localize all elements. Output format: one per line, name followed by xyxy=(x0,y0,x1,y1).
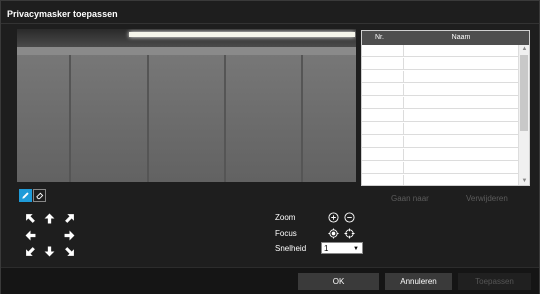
focus-far-icon xyxy=(344,228,355,239)
arrow-left-icon xyxy=(25,230,35,240)
pan-down-left-button[interactable] xyxy=(24,245,36,257)
pan-up-left-button[interactable] xyxy=(24,212,36,224)
preview-wall xyxy=(17,55,356,182)
preview-wall-seam xyxy=(147,55,149,182)
table-row[interactable] xyxy=(362,123,519,135)
zoom-in-button[interactable] xyxy=(328,212,339,223)
preview-ceiling-light xyxy=(129,32,355,37)
pan-left-button[interactable] xyxy=(24,229,36,241)
mask-list-table: Nr. Naam ▲ ▼ xyxy=(361,30,530,186)
arrow-down-left-icon xyxy=(25,246,35,256)
draw-mask-tool[interactable] xyxy=(19,189,32,202)
column-separator xyxy=(403,136,404,147)
arrow-down-right-icon xyxy=(64,246,74,256)
focus-label: Focus xyxy=(275,229,297,238)
preview-ceiling-edge xyxy=(17,47,356,55)
column-separator xyxy=(403,84,404,95)
arrow-right-icon xyxy=(64,230,74,240)
focus-far-button[interactable] xyxy=(344,228,355,239)
zoom-label: Zoom xyxy=(275,213,296,222)
column-separator xyxy=(403,149,404,160)
speed-label: Snelheid xyxy=(275,244,307,253)
pan-down-right-button[interactable] xyxy=(63,245,75,257)
table-row[interactable] xyxy=(362,149,519,161)
zoom-out-icon xyxy=(344,212,355,223)
column-separator xyxy=(403,123,404,134)
pan-right-button[interactable] xyxy=(63,229,75,241)
table-row[interactable] xyxy=(362,97,519,109)
scroll-down-icon[interactable]: ▼ xyxy=(519,177,529,185)
table-row[interactable] xyxy=(362,45,519,57)
scrollbar-thumb[interactable] xyxy=(520,55,528,131)
table-row[interactable] xyxy=(362,58,519,70)
zoom-out-button[interactable] xyxy=(344,212,355,223)
eraser-icon xyxy=(36,192,44,200)
pan-up-button[interactable] xyxy=(43,212,55,224)
scroll-up-icon[interactable]: ▲ xyxy=(519,45,529,53)
preview-wall-seam xyxy=(301,55,303,182)
goto-button[interactable]: Gaan naar xyxy=(391,194,429,203)
table-row[interactable] xyxy=(362,110,519,122)
delete-button[interactable]: Verwijderen xyxy=(466,194,508,203)
dialog-title: Privacymasker toepassen xyxy=(7,9,118,19)
chevron-down-icon: ▼ xyxy=(353,246,359,252)
arrow-up-right-icon xyxy=(64,213,74,223)
cancel-button[interactable]: Annuleren xyxy=(385,273,452,290)
speed-select[interactable]: 1 ▼ xyxy=(321,242,363,254)
table-row[interactable] xyxy=(362,162,519,174)
privacy-mask-dialog: Privacymasker toepassen Nr. Naam ▲ ▼ Gaa… xyxy=(0,0,540,294)
table-row[interactable] xyxy=(362,71,519,83)
column-header-nr: Nr. xyxy=(375,34,384,41)
arrow-up-icon xyxy=(44,213,54,223)
arrow-up-left-icon xyxy=(25,213,35,223)
column-separator xyxy=(403,162,404,173)
camera-preview[interactable] xyxy=(17,29,356,182)
table-row[interactable] xyxy=(362,84,519,96)
ok-button[interactable]: OK xyxy=(298,273,379,290)
column-separator xyxy=(403,175,404,185)
column-separator xyxy=(403,71,404,82)
pan-up-right-button[interactable] xyxy=(63,212,75,224)
pencil-icon xyxy=(22,192,29,199)
erase-mask-tool[interactable] xyxy=(33,189,46,202)
speed-value: 1 xyxy=(324,244,329,253)
focus-near-icon xyxy=(328,228,339,239)
table-scrollbar[interactable]: ▲ ▼ xyxy=(518,45,529,185)
table-header: Nr. Naam xyxy=(362,31,529,45)
arrow-down-icon xyxy=(44,246,54,256)
apply-button[interactable]: Toepassen xyxy=(458,273,531,290)
zoom-in-icon xyxy=(328,212,339,223)
column-separator xyxy=(403,58,404,69)
table-row[interactable] xyxy=(362,136,519,148)
preview-wall-seam xyxy=(69,55,71,182)
column-header-naam: Naam xyxy=(451,34,471,41)
preview-wall-seam xyxy=(224,55,226,182)
table-row[interactable] xyxy=(362,175,519,185)
column-separator xyxy=(403,97,404,108)
column-separator xyxy=(403,110,404,121)
title-divider xyxy=(1,23,539,24)
pan-down-button[interactable] xyxy=(43,245,55,257)
focus-near-button[interactable] xyxy=(328,228,339,239)
column-separator xyxy=(403,45,404,56)
